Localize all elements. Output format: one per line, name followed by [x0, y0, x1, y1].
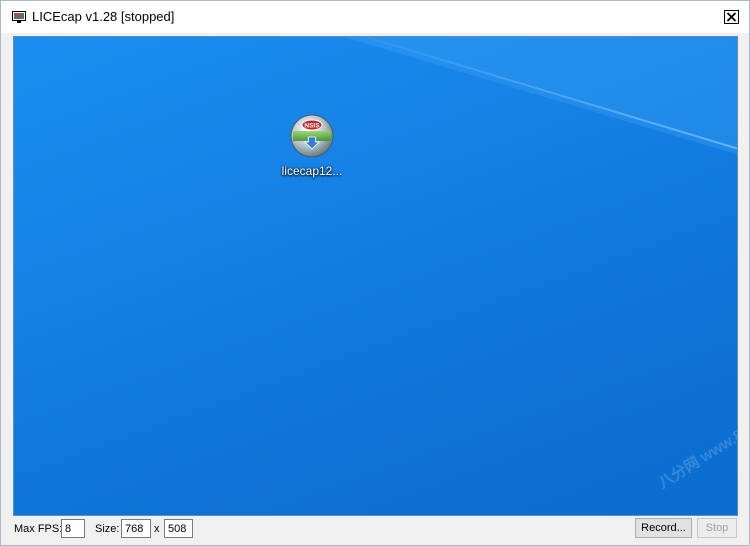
- capture-region[interactable]: NSIS licecap12... 八分网 www.8fe.com: [13, 36, 738, 516]
- control-bar: Max FPS: Size: x Record... Stop: [1, 516, 749, 545]
- desktop-icon-label: licecap12...: [281, 164, 343, 178]
- title-bar[interactable]: LICEcap v1.28 [stopped]: [1, 1, 749, 33]
- max-fps-input[interactable]: [61, 519, 85, 538]
- size-x-label: x: [154, 523, 160, 535]
- close-icon: [726, 12, 737, 22]
- desktop-icon-licecap-installer[interactable]: NSIS licecap12...: [272, 113, 352, 178]
- licecap-app-icon: [12, 11, 26, 23]
- nsis-installer-icon: NSIS: [290, 114, 334, 158]
- window-title: LICEcap v1.28 [stopped]: [32, 9, 175, 24]
- licecap-window: LICEcap v1.28 [stopped] NSIS licecap12..…: [0, 0, 750, 546]
- record-button[interactable]: Record...: [635, 518, 692, 538]
- width-input[interactable]: [121, 519, 151, 538]
- height-input[interactable]: [164, 519, 193, 538]
- close-button[interactable]: [724, 10, 739, 24]
- size-label: Size:: [95, 523, 120, 535]
- stop-button[interactable]: Stop: [697, 518, 737, 538]
- icon-badge-text: NSIS: [304, 123, 320, 130]
- wallpaper-light-ray: [344, 37, 737, 155]
- max-fps-label: Max FPS:: [14, 523, 63, 535]
